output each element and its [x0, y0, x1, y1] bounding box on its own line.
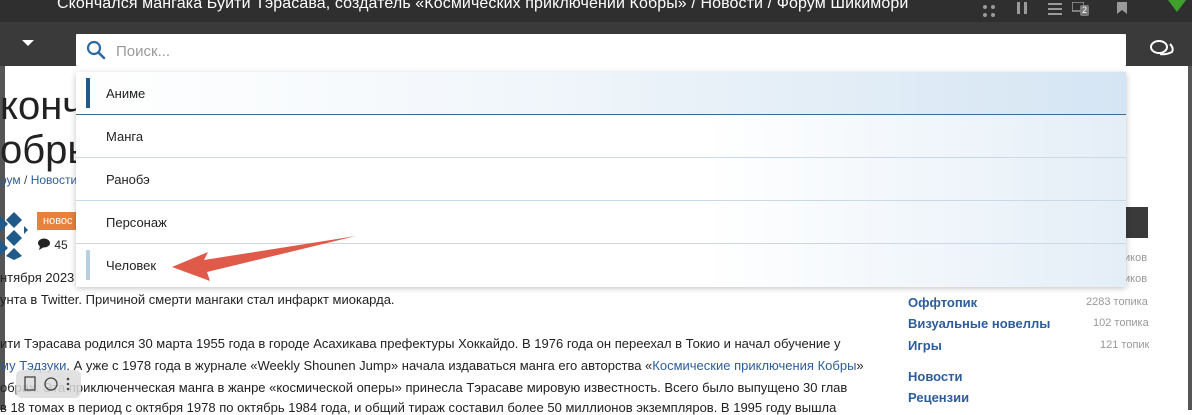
search-field[interactable] [76, 34, 1126, 68]
sidebar-item-count: 2283 топика [1086, 296, 1148, 308]
article-text-line: унта в Twitter. Причиной смерти мангаки … [0, 292, 395, 307]
sidebar-count: иков [1124, 273, 1148, 285]
breadcrumb-news-link[interactable]: Новости [31, 173, 77, 187]
article-text-fragment: . А уже с 1978 года в журнале «Weekly Sh… [66, 358, 653, 373]
sidebar-item-news[interactable]: Новости [908, 369, 963, 384]
dropdown-item-label: Аниме [106, 86, 146, 101]
search-input[interactable] [114, 34, 1118, 68]
search-icon [86, 40, 106, 60]
dots-icon[interactable] [982, 4, 996, 18]
sidebar-item-count: 121 топик [1100, 339, 1150, 351]
hover-indicator [86, 250, 90, 280]
news-tag[interactable]: новос [37, 212, 79, 230]
sidebar-count: иков [1124, 252, 1148, 264]
article-link-cobra[interactable]: Космические приключения Кобры [652, 358, 856, 373]
window-titlebar: Скончался мангака Буити Тэрасава, создат… [0, 0, 1192, 22]
avatar[interactable] [0, 212, 28, 260]
window-frame-right [1188, 66, 1192, 410]
article-text-line: обраx. Эта приключенческая манга в жанре… [0, 380, 848, 395]
article-text-line: му Тэдзуки. А уже с 1978 года в журнале … [0, 358, 864, 373]
chat-icon[interactable] [1150, 40, 1174, 58]
bookmark-icon[interactable] [1116, 2, 1128, 14]
dropdown-item-label: Человек [106, 258, 157, 273]
breadcrumb: рум / Новости [0, 173, 77, 187]
dropdown-item-ranobe[interactable]: Ранобэ [76, 158, 1126, 201]
sidebar-item-offtopic[interactable]: Оффтопик [908, 295, 977, 310]
notification-badge[interactable]: 2 [1080, 5, 1090, 16]
breadcrumb-separator: / [24, 173, 28, 187]
sidebar-item-reviews[interactable]: Рецензии [908, 390, 969, 405]
menu-toggle-icon[interactable] [22, 40, 34, 46]
active-indicator [86, 78, 90, 108]
dropdown-item-label: Персонаж [106, 215, 167, 230]
toolbar-icons[interactable] [24, 376, 74, 392]
article-date: нтября 2023 [0, 270, 75, 285]
breadcrumb-forum-link[interactable]: рум [0, 173, 21, 187]
dropdown-item-manga[interactable]: Манга [76, 115, 1126, 158]
annotation-arrow-icon [172, 236, 356, 281]
list-icon[interactable] [1048, 3, 1062, 15]
dropdown-item-label: Ранобэ [106, 172, 150, 187]
comments-count[interactable]: 45 [37, 238, 68, 252]
search-bar [0, 22, 1192, 68]
article-text-fragment: » [856, 358, 864, 373]
dropdown-item-anime[interactable]: Аниме [76, 72, 1126, 115]
dropdown-item-label: Манга [106, 129, 144, 144]
window-title: Скончался мангака Буити Тэрасава, создат… [57, 0, 909, 12]
sidebar-item-count: 102 топика [1093, 317, 1149, 329]
bookmarks-icon[interactable] [1015, 2, 1029, 16]
article-text-line: в 18 томах в период с октября 1978 по ок… [0, 400, 837, 415]
floating-toolbar[interactable] [16, 370, 81, 398]
comments-icon [38, 238, 50, 250]
comments-number: 45 [54, 238, 68, 252]
sidebar-item-games[interactable]: Игры [908, 338, 942, 353]
status-indicator [1168, 0, 1186, 12]
sidebar-item-visual-novels[interactable]: Визуальные новеллы [908, 316, 1050, 331]
article-text-line: ити Тэрасава родился 30 марта 1955 года … [0, 336, 841, 351]
